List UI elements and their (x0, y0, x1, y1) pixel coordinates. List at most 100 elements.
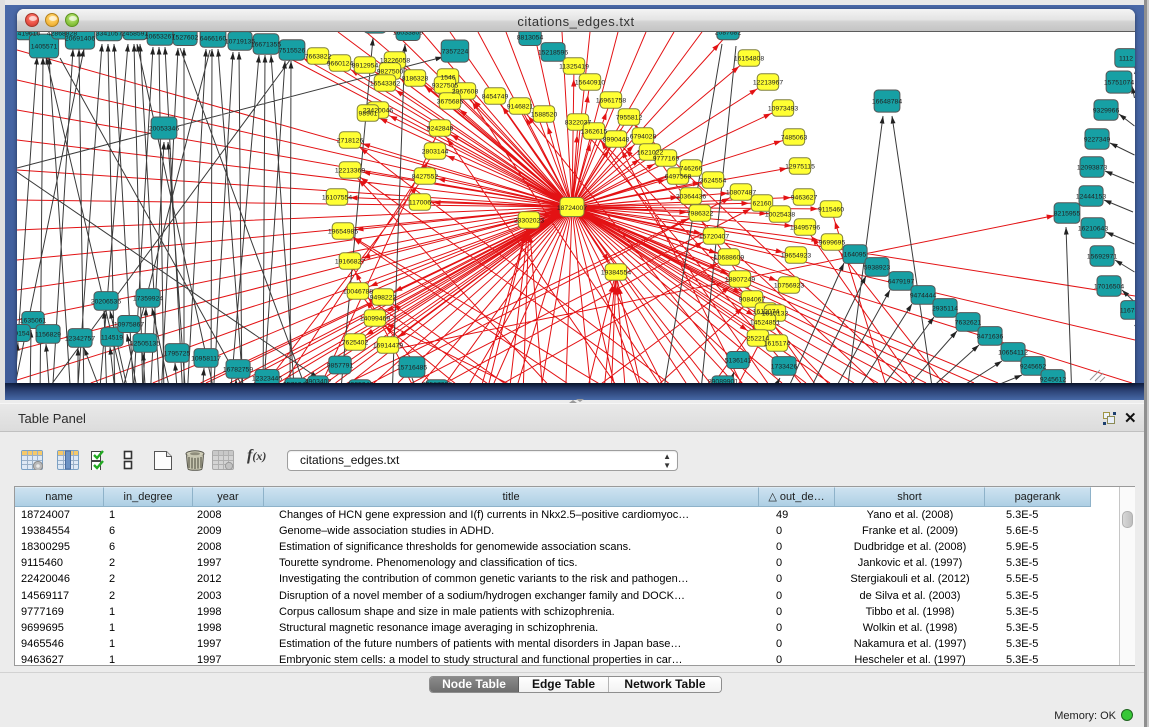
svg-text:9245612: 9245612 (1040, 377, 1067, 384)
svg-text:2967608: 2967608 (452, 89, 479, 96)
svg-text:39587039: 39587039 (422, 382, 452, 384)
svg-text:16210643: 16210643 (1078, 226, 1108, 233)
svg-text:16107554: 16107554 (322, 195, 352, 202)
svg-text:9463627: 9463627 (791, 195, 818, 202)
svg-text:2087682: 2087682 (715, 32, 742, 37)
svg-text:9115460: 9115460 (818, 207, 844, 214)
svg-text:12505135: 12505135 (130, 341, 160, 348)
svg-text:15640910: 15640910 (575, 80, 605, 87)
svg-text:1405571: 1405571 (31, 44, 58, 51)
svg-text:13226058: 13226058 (380, 58, 410, 65)
svg-text:16543362: 16543362 (370, 81, 400, 88)
svg-text:12213369: 12213369 (335, 168, 365, 175)
svg-text:7357224: 7357224 (442, 49, 469, 56)
svg-text:19166827: 19166827 (335, 259, 365, 266)
svg-text:1588520: 1588520 (531, 112, 558, 119)
svg-text:3675685: 3675685 (437, 99, 464, 106)
svg-text:39154: 39154 (17, 331, 30, 338)
svg-text:15692971: 15692971 (1087, 254, 1117, 261)
svg-text:20364436: 20364436 (676, 194, 706, 201)
svg-text:3624554: 3624554 (700, 178, 727, 185)
svg-text:1635061: 1635061 (20, 318, 47, 325)
svg-text:12975115: 12975115 (785, 164, 815, 171)
svg-text:5136141: 5136141 (725, 358, 752, 365)
svg-text:10958117: 10958117 (191, 356, 221, 363)
svg-text:6497568: 6497568 (665, 174, 692, 181)
svg-text:16914479: 16914479 (373, 343, 403, 350)
svg-text:16154808: 16154808 (734, 56, 764, 63)
svg-text:8186328: 8186328 (402, 76, 429, 83)
svg-text:746266: 746266 (680, 166, 703, 173)
svg-text:10654112: 10654112 (998, 350, 1028, 357)
svg-text:7625402: 7625402 (342, 340, 369, 347)
svg-text:10975867: 10975867 (114, 322, 144, 329)
svg-text:18495796: 18495796 (790, 225, 820, 232)
svg-text:17016504: 17016504 (1094, 284, 1124, 291)
svg-text:16671355: 16671355 (251, 42, 281, 49)
svg-text:19654923: 19654923 (781, 253, 811, 260)
svg-text:10973493: 10973493 (768, 106, 798, 113)
svg-text:1615174: 1615174 (764, 341, 791, 348)
svg-text:17359924: 17359924 (133, 296, 163, 303)
svg-text:10807487: 10807487 (726, 190, 756, 197)
svg-text:6466160: 6466160 (200, 36, 227, 43)
svg-text:9827500: 9827500 (377, 69, 404, 76)
svg-text:9660124: 9660124 (327, 61, 354, 68)
svg-text:7515526: 7515526 (279, 48, 306, 55)
svg-text:1527602: 1527602 (172, 35, 199, 42)
svg-text:20691406: 20691406 (65, 36, 95, 43)
svg-text:9245652: 9245652 (1020, 364, 1047, 371)
svg-text:8813054: 8813054 (517, 35, 544, 42)
svg-text:16033809: 16033809 (393, 32, 423, 37)
svg-text:9498222: 9498222 (370, 295, 397, 302)
svg-text:12444153: 12444153 (1076, 194, 1106, 201)
svg-text:16648784: 16648784 (872, 99, 902, 106)
svg-text:19384554: 19384554 (601, 270, 631, 277)
svg-text:9474444: 9474444 (910, 293, 937, 300)
svg-text:4335942: 4335942 (347, 382, 374, 384)
svg-text:6479197: 6479197 (888, 279, 915, 286)
svg-text:15716485: 15716485 (397, 365, 427, 372)
svg-text:18807249: 18807249 (725, 277, 755, 284)
svg-text:6794028: 6794028 (630, 134, 657, 141)
svg-text:98961: 98961 (359, 111, 378, 118)
svg-text:10756923: 10756923 (774, 283, 804, 290)
svg-text:14099469: 14099469 (360, 316, 390, 323)
svg-text:10688609: 10688609 (714, 255, 744, 262)
svg-text:18724007: 18724007 (557, 205, 587, 212)
svg-text:1156829: 1156829 (35, 332, 61, 339)
svg-text:9242848: 9242848 (427, 126, 454, 133)
svg-text:9857791: 9857791 (327, 363, 354, 370)
svg-text:2935114: 2935114 (932, 306, 958, 313)
svg-text:1733426: 1733426 (771, 364, 798, 371)
svg-text:114519: 114519 (101, 335, 123, 342)
svg-text:4903402: 4903402 (305, 379, 332, 384)
svg-text:89089901: 89089901 (708, 379, 738, 384)
svg-text:12213967: 12213967 (753, 80, 783, 87)
svg-text:20206536: 20206536 (91, 299, 121, 306)
svg-text:8322037: 8322037 (565, 120, 592, 127)
svg-text:7986322: 7986322 (687, 211, 714, 218)
svg-text:10025438: 10025438 (765, 212, 795, 219)
svg-text:1112: 1112 (1119, 56, 1133, 63)
svg-text:8215955: 8215955 (1054, 211, 1081, 218)
svg-text:15218596: 15218596 (538, 50, 568, 57)
svg-text:8912954: 8912954 (352, 63, 379, 70)
svg-text:5938923: 5938923 (864, 265, 891, 272)
svg-text:19654985: 19654985 (328, 229, 358, 236)
svg-text:9227349: 9227349 (1084, 137, 1111, 144)
svg-text:8427552: 8427552 (412, 174, 439, 181)
svg-text:7485063: 7485063 (781, 135, 808, 142)
svg-text:12093873: 12093873 (1077, 165, 1107, 172)
svg-text:62160: 62160 (753, 201, 772, 208)
svg-text:116753: 116753 (1120, 308, 1135, 315)
svg-text:15751074: 15751074 (1104, 80, 1134, 87)
svg-text:16961758: 16961758 (596, 98, 626, 105)
svg-text:8471636: 8471636 (977, 334, 1004, 341)
svg-text:2718126: 2718126 (337, 138, 364, 145)
svg-text:7663822: 7663822 (305, 54, 332, 61)
svg-text:1419610: 1419610 (17, 32, 40, 38)
svg-text:9084067: 9084067 (739, 297, 766, 304)
svg-text:1615132: 1615132 (762, 311, 789, 318)
svg-text:10046788: 10046788 (343, 289, 373, 296)
